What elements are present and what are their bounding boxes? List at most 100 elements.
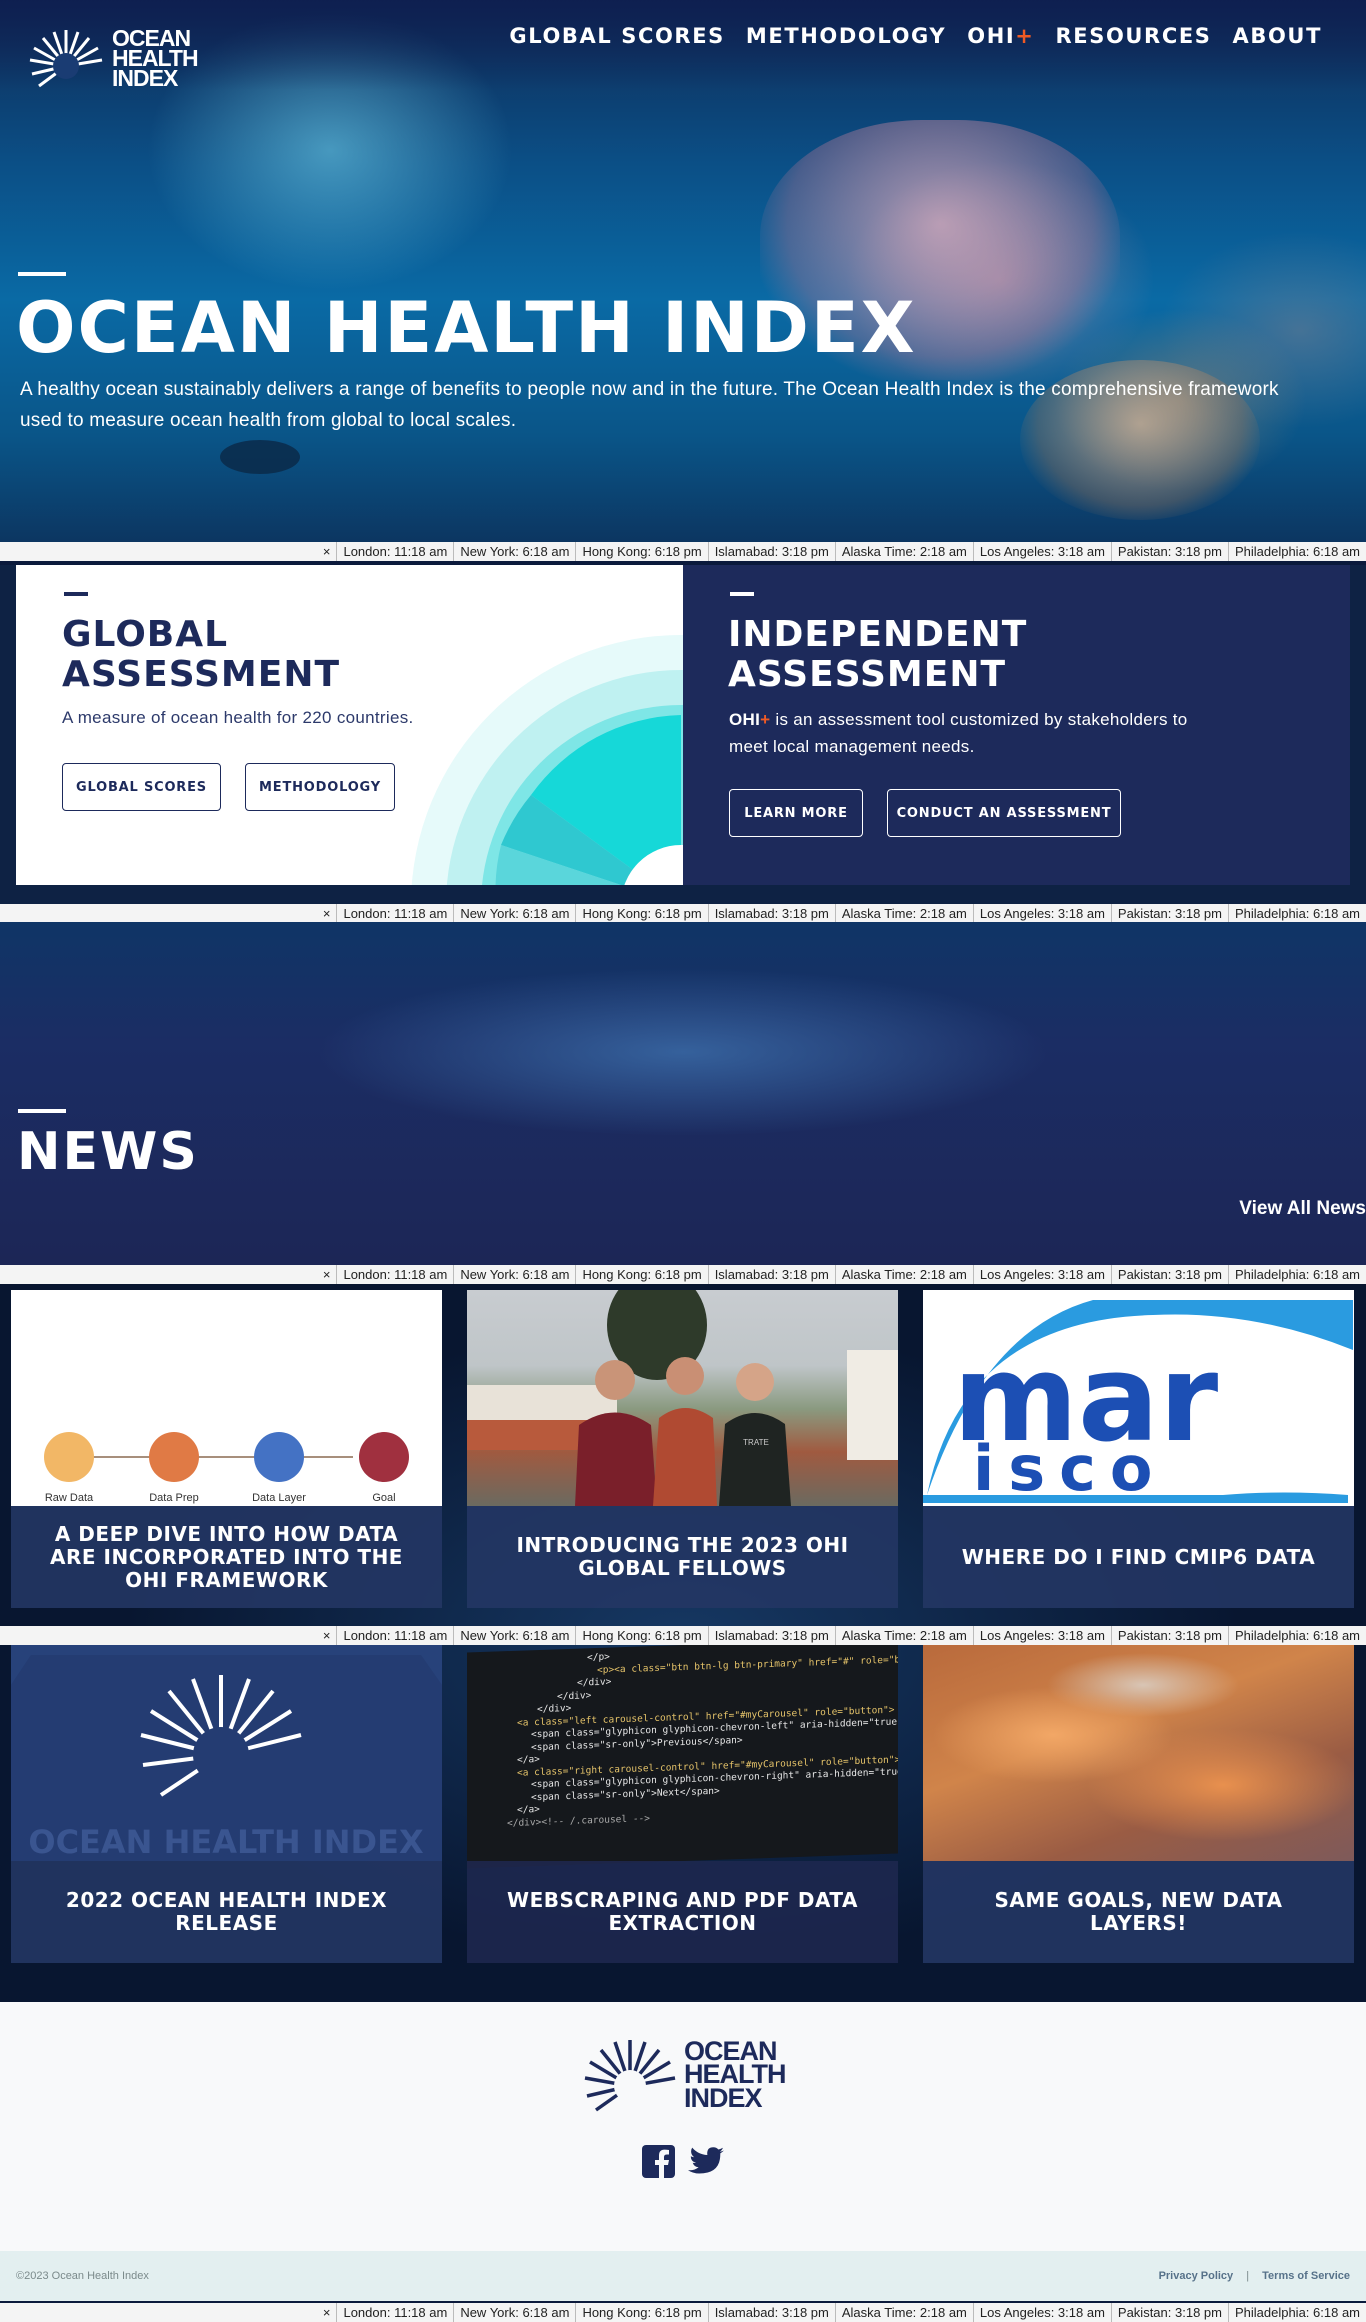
ticker-item: New York: 6:18 am <box>453 1626 575 1645</box>
news-card-title: WHERE DO I FIND CMIP6 DATA <box>923 1506 1354 1608</box>
diagram-label: Data Prep <box>149 1492 199 1504</box>
ohi-release-image: OCEAN HEALTH INDEX <box>11 1645 442 1861</box>
world-clock-ticker: × London: 11:18 am New York: 6:18 am Hong K… <box>0 1626 1366 1645</box>
ticker-item: Pakistan: 3:18 pm <box>1110 904 1228 923</box>
logo-wordmark: OCEAN HEALTH INDEX <box>684 2036 786 2113</box>
ticker-item: Philadelphia: 6:18 am <box>1227 542 1366 561</box>
world-clock-ticker: × London: 11:18 am New York: 6:18 am Hong K… <box>0 2303 1366 2322</box>
nav-about[interactable]: ABOUT <box>1233 24 1323 48</box>
ticker-close-icon[interactable]: × <box>317 1626 337 1645</box>
logo-shell-icon <box>29 30 103 88</box>
news-title: NEWS <box>17 1122 199 1182</box>
hero-title: OCEAN HEALTH INDEX <box>16 287 917 369</box>
nav-ohi-label: OHI <box>967 24 1016 48</box>
ticker-item: Hong Kong: 6:18 pm <box>575 542 707 561</box>
footer: OCEAN HEALTH INDEX <box>0 2002 1366 2252</box>
nav-ohi-plus[interactable]: OHI+ <box>967 24 1034 48</box>
ticker-item: Los Angeles: 3:18 am <box>972 2303 1111 2322</box>
footer-links: Privacy Policy | Terms of Service <box>1159 2270 1350 2282</box>
nav-methodology[interactable]: METHODOLOGY <box>746 24 946 48</box>
news-header-section: NEWS View All News <box>0 922 1366 1265</box>
methodology-button[interactable]: METHODOLOGY <box>245 763 395 811</box>
ohi-watermark-text: OCEAN HEALTH INDEX <box>28 1823 424 1861</box>
ticker-item: Los Angeles: 3:18 am <box>972 542 1111 561</box>
world-clock-ticker: × London: 11:18 am New York: 6:18 am Hong K… <box>0 1265 1366 1284</box>
logo-wordmark: OCEAN HEALTH INDEX <box>112 25 199 91</box>
fellows-photo: TRATE <box>467 1290 898 1506</box>
footer-logo[interactable]: OCEAN HEALTH INDEX <box>580 2034 786 2116</box>
diagram-label: Data Layer <box>252 1492 306 1504</box>
news-card-title: SAME GOALS, NEW DATA LAYERS! <box>923 1861 1354 1963</box>
ticker-item: London: 11:18 am <box>336 904 453 923</box>
ticker-item: London: 11:18 am <box>336 1626 453 1645</box>
ticker-item: London: 11:18 am <box>336 1265 453 1284</box>
conduct-assessment-button[interactable]: CONDUCT AN ASSESSMENT <box>887 789 1121 837</box>
plus-sign: + <box>1015 24 1035 48</box>
ticker-item: New York: 6:18 am <box>453 2303 575 2322</box>
ticker-item: Islamabad: 3:18 pm <box>707 904 835 923</box>
card-dash <box>64 592 88 596</box>
site-logo[interactable]: OCEAN HEALTH INDEX <box>26 25 199 92</box>
ticker-item: Islamabad: 3:18 pm <box>707 1626 835 1645</box>
data-flow-diagram-image: Raw Data Data Prep Data Layer Goal <box>11 1290 442 1506</box>
news-card-title: INTRODUCING THE 2023 OHI GLOBAL FELLOWS <box>467 1506 898 1608</box>
global-assessment-title: GLOBAL ASSESSMENT <box>62 614 341 695</box>
ticker-item: Pakistan: 3:18 pm <box>1110 542 1228 561</box>
score-wheel-graphic <box>411 635 683 885</box>
ticker-item: Hong Kong: 6:18 pm <box>575 2303 707 2322</box>
news-card-title: 2022 OCEAN HEALTH INDEX RELEASE <box>11 1861 442 1963</box>
learn-more-button[interactable]: LEARN MORE <box>729 789 863 837</box>
news-card[interactable]: TRATE INTRODUCING THE 2023 OHI GLOBAL FE… <box>467 1290 898 1608</box>
ticker-close-icon[interactable]: × <box>317 1265 337 1284</box>
diagram-label: Raw Data <box>45 1492 94 1504</box>
news-card-title: A DEEP DIVE INTO HOW DATA ARE INCORPORAT… <box>11 1506 442 1608</box>
ticker-item: Philadelphia: 6:18 am <box>1227 2303 1366 2322</box>
ticker-item: Los Angeles: 3:18 am <box>972 1626 1111 1645</box>
terms-of-service-link[interactable]: Terms of Service <box>1262 2270 1350 2282</box>
diagram-label: Goal <box>372 1492 395 1504</box>
global-assessment-text: A measure of ocean health for 220 countr… <box>62 708 414 727</box>
ticker-item: Alaska Time: 2:18 am <box>834 2303 973 2322</box>
link-separator: | <box>1246 2270 1250 2282</box>
ticker-item: Pakistan: 3:18 pm <box>1110 2303 1228 2322</box>
view-all-news-link[interactable]: View All News <box>1239 1198 1366 1220</box>
news-card[interactable]: OCEAN HEALTH INDEX 2022 OCEAN HEALTH IND… <box>11 1645 442 1963</box>
assessment-section: GLOBAL ASSESSMENT A measure of ocean heal… <box>0 565 1366 905</box>
main-nav: GLOBAL SCORES METHODOLOGY OHI+ RESOURCES… <box>488 24 1322 48</box>
ticker-item: New York: 6:18 am <box>453 542 575 561</box>
ticker-item: New York: 6:18 am <box>453 1265 575 1284</box>
ticker-item: Islamabad: 3:18 pm <box>707 1265 835 1284</box>
world-clock-ticker: × London: 11:18 am New York: 6:18 am Hong K… <box>0 904 1366 923</box>
global-scores-button[interactable]: GLOBAL SCORES <box>62 763 221 811</box>
news-card[interactable]: Raw Data Data Prep Data Layer Goal A DEE… <box>11 1290 442 1608</box>
sub-footer: ©2023 Ocean Health Index Privacy Policy … <box>0 2251 1366 2301</box>
fish-image <box>220 440 300 474</box>
news-card-title: WEBSCRAPING AND PDF DATA EXTRACTION <box>467 1861 898 1963</box>
news-card[interactable]: mar isco WHERE DO I FIND CMIP6 DATA <box>923 1290 1354 1608</box>
ticker-item: Philadelphia: 6:18 am <box>1227 1626 1366 1645</box>
news-card[interactable]: SAME GOALS, NEW DATA LAYERS! <box>923 1645 1354 1963</box>
privacy-policy-link[interactable]: Privacy Policy <box>1159 2270 1234 2282</box>
global-assessment-card: GLOBAL ASSESSMENT A measure of ocean heal… <box>16 565 683 885</box>
nav-global-scores[interactable]: GLOBAL SCORES <box>509 24 725 48</box>
ticker-item: Hong Kong: 6:18 pm <box>575 1265 707 1284</box>
ticker-close-icon[interactable]: × <box>317 542 337 561</box>
ticker-close-icon[interactable]: × <box>317 904 337 923</box>
hero-section: OCEAN HEALTH INDEX GLOBAL SCORES METHODOLO… <box>0 0 1366 545</box>
marisco-text: isco <box>973 1432 1167 1505</box>
hero-description: A healthy ocean sustainably delivers a r… <box>20 379 1279 431</box>
ticker-item: Islamabad: 3:18 pm <box>707 542 835 561</box>
ticker-item: New York: 6:18 am <box>453 904 575 923</box>
copyright-text: ©2023 Ocean Health Index <box>16 2270 149 2282</box>
ticker-item: Los Angeles: 3:18 am <box>972 904 1111 923</box>
world-clock-ticker: × London: 11:18 am New York: 6:18 am Hong K… <box>0 542 1366 561</box>
ticker-close-icon[interactable]: × <box>317 2303 337 2322</box>
ticker-item: Hong Kong: 6:18 pm <box>575 904 707 923</box>
logo-shell-icon <box>584 2040 676 2112</box>
facebook-icon[interactable] <box>642 2145 675 2178</box>
news-card[interactable]: </p> <p><a class="btn btn-lg btn-primary"… <box>467 1645 898 1963</box>
nav-resources[interactable]: RESOURCES <box>1056 24 1212 48</box>
news-grid: Raw Data Data Prep Data Layer Goal A DEE… <box>0 1284 1366 2002</box>
independent-assessment-title: INDEPENDENT ASSESSMENT <box>728 614 1028 695</box>
twitter-icon[interactable] <box>688 2147 724 2177</box>
